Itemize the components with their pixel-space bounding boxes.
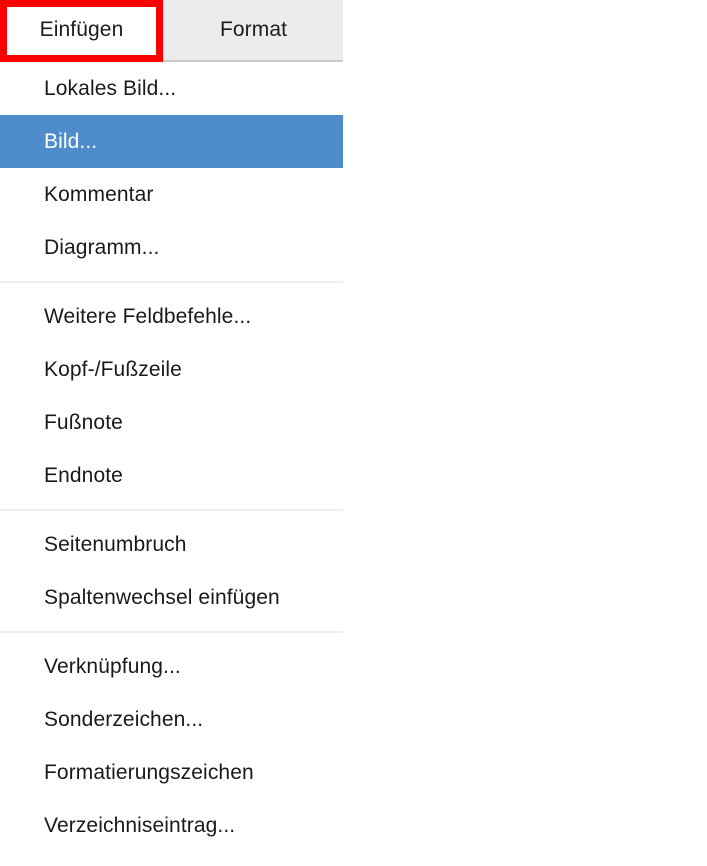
menu-item-label: Lokales Bild... [44,76,177,100]
menu-item-weitere-feldbefehle[interactable]: Weitere Feldbefehle... [0,290,343,343]
tab-bar: Einfügen Format [0,0,343,63]
menu-item-fussnote[interactable]: Fußnote [0,396,343,449]
menu-group: Seitenumbruch Spaltenwechsel einfügen [0,518,343,624]
menu-item-label: Kopf-/Fußzeile [44,357,182,381]
menu-item-label: Verknüpfung... [44,654,181,678]
menu-item-label: Diagramm... [44,235,160,259]
menu-item-label: Fußnote [44,410,123,434]
menu-item-kommentar[interactable]: Kommentar [0,168,343,221]
menu-separator [0,509,343,511]
menu-item-verzeichniseintrag[interactable]: Verzeichniseintrag... [0,799,343,852]
menu-item-label: Seitenumbruch [44,532,187,556]
menu-group: Verknüpfung... Sonderzeichen... Formatie… [0,640,343,852]
menu-item-formatierungszeichen[interactable]: Formatierungszeichen [0,746,343,799]
menu-item-sonderzeichen[interactable]: Sonderzeichen... [0,693,343,746]
tab-einfuegen-label: Einfügen [39,18,124,41]
menu-item-spaltenwechsel-einfuegen[interactable]: Spaltenwechsel einfügen [0,571,343,624]
menu-item-label: Kommentar [44,182,154,206]
menu-item-diagramm[interactable]: Diagramm... [0,221,343,274]
menu-item-label: Spaltenwechsel einfügen [44,585,280,609]
menu-item-label: Endnote [44,463,123,487]
menu-item-seitenumbruch[interactable]: Seitenumbruch [0,518,343,571]
tab-format[interactable]: Format [163,0,343,60]
menu-item-endnote[interactable]: Endnote [0,449,343,502]
menu-item-bild[interactable]: Bild... [0,115,343,168]
menu-item-label: Formatierungszeichen [44,760,254,784]
menu-separator [0,281,343,283]
menu-item-label: Weitere Feldbefehle... [44,304,252,328]
menu-item-verknuepfung[interactable]: Verknüpfung... [0,640,343,693]
menu-separator [0,631,343,633]
menu-item-kopf-fusszeile[interactable]: Kopf-/Fußzeile [0,343,343,396]
tab-einfuegen[interactable]: Einfügen [0,0,163,60]
menu-item-label: Verzeichniseintrag... [44,813,236,837]
menu-group: Lokales Bild... Bild... Kommentar Diagra… [0,62,343,274]
menu-item-label: Bild... [44,129,98,153]
menu-item-label: Sonderzeichen... [44,707,204,731]
menu-item-lokales-bild[interactable]: Lokales Bild... [0,62,343,115]
tab-format-label: Format [219,18,288,41]
insert-menu-dropdown: Lokales Bild... Bild... Kommentar Diagra… [0,62,343,852]
menu-group: Weitere Feldbefehle... Kopf-/Fußzeile Fu… [0,290,343,502]
